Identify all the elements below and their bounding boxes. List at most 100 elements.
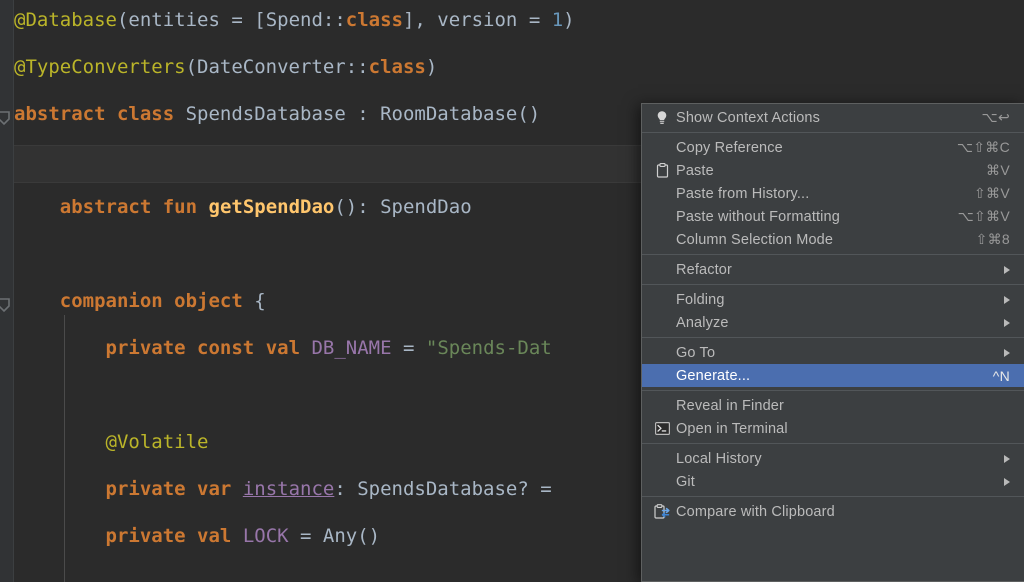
menu-item-icon-slot <box>650 292 674 308</box>
menu-item-column-selection-mode[interactable]: Column Selection Mode ⇧⌘8 <box>642 228 1024 251</box>
menu-separator <box>642 284 1024 285</box>
menu-item-git[interactable]: Git <box>642 470 1024 493</box>
menu-item-copy-reference[interactable]: Copy Reference ⌥⇧⌘C <box>642 136 1024 159</box>
code-token: = Any() <box>288 525 381 547</box>
code-token: class <box>368 56 426 78</box>
menu-item-label: Open in Terminal <box>676 420 788 437</box>
menu-item-shortcut: ⇧⌘8 <box>975 231 1010 247</box>
code-token: ) <box>563 9 575 31</box>
menu-item-paste[interactable]: Paste ⌘V <box>642 159 1024 182</box>
menu-item-label: Folding <box>676 291 725 308</box>
menu-item-go-to[interactable]: Go To <box>642 341 1024 364</box>
code-line[interactable]: private const val DB_NAME = "Spends-Dat <box>14 336 552 360</box>
code-token: [Spend:: <box>254 9 346 31</box>
code-token: abstract <box>14 103 106 125</box>
menu-item-icon-slot <box>650 345 674 361</box>
code-token: 1 <box>551 9 564 31</box>
menu-separator <box>642 443 1024 444</box>
code-line[interactable]: @Database(entities = [Spend::class], ver… <box>14 8 575 32</box>
code-line[interactable]: @TypeConverters(DateConverter::class) <box>14 55 437 79</box>
compare-clipboard-icon <box>650 503 674 520</box>
menu-item-label: Refactor <box>676 261 732 278</box>
code-line[interactable]: companion object { <box>14 289 266 313</box>
menu-item-icon-slot <box>650 262 674 278</box>
menu-item-label: Paste from History... <box>676 185 810 202</box>
lightbulb-icon <box>650 110 674 126</box>
menu-item-shortcut: ⌥↩ <box>981 109 1010 125</box>
code-token: : SpendsDatabase? = <box>334 478 552 500</box>
code-token: instance <box>242 478 335 500</box>
code-token: DB_NAME <box>311 337 392 359</box>
menu-item-paste-without-formatting[interactable]: Paste without Formatting ⌥⇧⌘V <box>642 205 1024 228</box>
menu-item-icon-slot <box>650 451 674 467</box>
menu-item-local-history[interactable]: Local History <box>642 447 1024 470</box>
terminal-icon <box>650 421 674 437</box>
menu-item-open-in-terminal[interactable]: Open in Terminal <box>642 417 1024 440</box>
context-menu[interactable]: Show Context Actions ⌥↩ Copy Reference ⌥⇧⌘C… <box>641 103 1024 582</box>
code-line[interactable]: private var instance: SpendsDatabase? = <box>14 477 552 501</box>
fold-arrow-icon[interactable] <box>0 297 12 313</box>
menu-item-label: Compare with Clipboard <box>676 503 835 520</box>
menu-item-label: Show Context Actions <box>676 109 821 126</box>
code-token: companion <box>59 290 163 312</box>
menu-separator <box>642 254 1024 255</box>
code-line[interactable]: @Volatile <box>14 430 209 454</box>
menu-item-label: Git <box>676 473 695 490</box>
menu-item-label: Paste <box>676 162 714 179</box>
menu-item-icon-slot <box>650 232 674 248</box>
submenu-arrow-icon <box>1004 265 1010 274</box>
menu-item-analyze[interactable]: Analyze <box>642 311 1024 334</box>
code-token: class <box>345 9 403 31</box>
code-token: entities <box>128 9 220 31</box>
menu-item-compare-with-clipboard[interactable]: Compare with Clipboard <box>642 500 1024 523</box>
code-token: @Volatile <box>105 431 209 453</box>
code-token: = <box>219 9 255 31</box>
code-line[interactable]: abstract fun getSpendDao(): SpendDao <box>14 195 472 219</box>
menu-item-label: Local History <box>676 450 762 467</box>
menu-item-generate[interactable]: Generate... ^N <box>642 364 1024 387</box>
code-line[interactable]: abstract class SpendsDatabase : RoomData… <box>14 102 540 126</box>
code-token: var <box>197 478 232 500</box>
clipboard-icon <box>650 163 674 179</box>
code-token: getSpendDao <box>208 196 335 218</box>
submenu-arrow-icon <box>1004 454 1010 463</box>
fold-arrow-icon[interactable] <box>0 110 12 126</box>
menu-item-shortcut: ⌥⇧⌘V <box>957 208 1010 224</box>
menu-item-folding[interactable]: Folding <box>642 288 1024 311</box>
code-token: "Spends-Dat <box>425 337 552 359</box>
menu-item-paste-from-history[interactable]: Paste from History... ⇧⌘V <box>642 182 1024 205</box>
submenu-arrow-icon <box>1004 477 1010 486</box>
submenu-arrow-icon <box>1004 295 1010 304</box>
menu-separator <box>642 496 1024 497</box>
menu-item-label: Paste without Formatting <box>676 208 840 225</box>
menu-item-icon-slot <box>650 368 674 384</box>
menu-item-icon-slot <box>650 315 674 331</box>
code-token: val <box>197 525 232 547</box>
code-line[interactable]: private val LOCK = Any() <box>14 524 381 548</box>
code-token: (): SpendDao <box>334 196 472 218</box>
menu-item-show-context-actions[interactable]: Show Context Actions ⌥↩ <box>642 106 1024 129</box>
menu-item-icon-slot <box>650 474 674 490</box>
code-token: val <box>265 337 301 359</box>
code-token: ( <box>116 9 129 31</box>
menu-item-shortcut: ⌥⇧⌘C <box>956 139 1010 155</box>
code-token: SpendsDatabase : RoomDatabase() <box>174 103 541 125</box>
code-token: = <box>391 337 426 359</box>
menu-item-icon-slot <box>650 186 674 202</box>
menu-item-label: Go To <box>676 344 716 361</box>
editor-gutter[interactable] <box>0 0 14 582</box>
menu-item-refactor[interactable]: Refactor <box>642 258 1024 281</box>
menu-item-reveal-in-finder[interactable]: Reveal in Finder <box>642 394 1024 417</box>
menu-item-label: Generate... <box>676 367 751 384</box>
